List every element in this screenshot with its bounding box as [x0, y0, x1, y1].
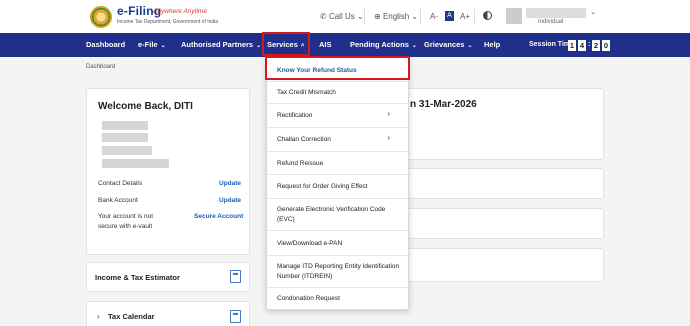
divider — [364, 9, 365, 25]
nav-e-file-label: e-File — [138, 40, 158, 49]
redacted-info — [102, 159, 169, 168]
session-digit: 2 — [592, 40, 600, 51]
language-selector[interactable]: ⊕ English ⌄ — [374, 12, 418, 21]
contact-update-link[interactable]: Update — [219, 180, 241, 187]
font-decrease-button[interactable]: A- — [430, 12, 438, 21]
session-digit: 1 — [568, 40, 576, 51]
chevron-down-icon: ⌄ — [411, 43, 417, 49]
menu-item-label: Rectification — [277, 112, 313, 119]
nav-pending-actions[interactable]: Pending Actions ⌄ — [350, 33, 417, 57]
nav-grievances-label: Grievances — [424, 40, 465, 49]
nav-dashboard[interactable]: Dashboard — [86, 33, 125, 57]
welcome-card: Welcome Back, DITI Contact Details Updat… — [86, 88, 250, 255]
menu-item-refund-reissue[interactable]: Refund Reissue — [267, 152, 408, 175]
chevron-down-icon: ⌄ — [467, 43, 473, 49]
secure-account-link[interactable]: Secure Account — [194, 213, 243, 220]
chevron-down-icon[interactable]: ⌄ — [590, 8, 596, 16]
nav-authorised-partners[interactable]: Authorised Partners ⌄ — [181, 33, 261, 57]
call-us-label: Call Us — [328, 12, 355, 21]
session-colon: : — [588, 39, 591, 48]
menu-item-label: Request for Order Giving Effect — [277, 183, 368, 190]
divider — [420, 9, 421, 25]
nav-e-file[interactable]: e-File ⌄ — [138, 33, 166, 57]
due-date-text: n 31-Mar-2026 — [410, 99, 477, 110]
tax-estimator-card[interactable]: Income & Tax Estimator — [86, 262, 250, 292]
menu-item-tax-credit-mismatch[interactable]: Tax Credit Mismatch — [267, 82, 408, 104]
menu-item-rectification[interactable]: Rectification › — [267, 104, 408, 128]
menu-item-label: Tax Credit Mismatch — [277, 89, 336, 96]
bank-account-label: Bank Account — [98, 197, 138, 204]
account-security-label-1: Your account is not — [98, 213, 154, 220]
tax-estimator-title: Income & Tax Estimator — [95, 273, 180, 282]
session-digit: 4 — [578, 40, 586, 51]
session-digit: 0 — [602, 40, 610, 51]
chevron-right-icon: › — [387, 109, 390, 118]
refund-status-highlight-box — [265, 56, 410, 80]
language-label: English — [382, 12, 410, 21]
menu-item-generate-evc[interactable]: Generate Electronic Verification Code (E… — [267, 199, 408, 231]
tax-calendar-title: Tax Calendar — [108, 312, 155, 321]
font-normal-button[interactable]: A — [445, 11, 454, 21]
main-navbar: Dashboard e-File ⌄ Authorised Partners ⌄ S… — [0, 33, 690, 57]
menu-item-label: Generate Electronic Verification Code — [277, 206, 386, 213]
calculator-icon — [230, 270, 241, 283]
tax-calendar-card[interactable]: › Tax Calendar — [86, 301, 250, 326]
breadcrumb[interactable]: Dashboard — [86, 64, 115, 70]
nav-authorised-partners-label: Authorised Partners — [181, 40, 254, 49]
redacted-info — [102, 133, 148, 142]
logo-subtitle: Income Tax Department, Government of Ind… — [117, 19, 219, 25]
chevron-down-icon: ⌄ — [409, 12, 419, 21]
logo-tagline: Anywhere Anytime — [153, 8, 207, 15]
welcome-title: Welcome Back, DITI — [98, 101, 193, 112]
menu-item-condonation-request[interactable]: Condonation Request — [267, 288, 408, 310]
call-us-button[interactable]: ✆ Call Us ⌄ — [320, 12, 364, 21]
nav-pending-actions-label: Pending Actions — [350, 40, 409, 49]
nav-help[interactable]: Help — [484, 33, 500, 57]
chevron-down-icon: ⌄ — [256, 43, 262, 49]
chevron-right-icon: › — [97, 312, 100, 321]
menu-item-challan-correction[interactable]: Challan Correction › — [267, 128, 408, 152]
contact-details-label: Contact Details — [98, 180, 143, 187]
user-role: Individual — [538, 19, 564, 25]
globe-icon: ⊕ — [374, 12, 383, 21]
menu-item-label: Number (ITDREIN) — [277, 273, 333, 280]
services-highlight-box — [262, 32, 310, 56]
bank-update-link[interactable]: Update — [219, 197, 241, 204]
phone-icon: ✆ — [320, 12, 329, 21]
menu-item-label: Condonation Request — [277, 295, 340, 302]
top-header: e-Filing Anywhere Anytime Income Tax Dep… — [0, 0, 690, 33]
menu-item-label: (EVC) — [277, 216, 295, 223]
account-security-label-2: secure with e-vault — [98, 223, 153, 230]
nav-ais[interactable]: AIS — [319, 33, 332, 57]
menu-item-manage-itdrein[interactable]: Manage ITD Reporting Entity Identificati… — [267, 256, 408, 288]
menu-item-label: Manage ITD Reporting Entity Identificati… — [277, 263, 400, 270]
menu-item-label: View/Download e-PAN — [277, 240, 343, 247]
divider — [474, 9, 475, 25]
chevron-down-icon: ⌄ — [160, 43, 166, 49]
chevron-right-icon: › — [387, 133, 390, 142]
menu-item-view-download-epan[interactable]: View/Download e-PAN — [267, 231, 408, 256]
nav-grievances[interactable]: Grievances ⌄ — [424, 33, 472, 57]
menu-item-label: Challan Correction — [277, 136, 331, 143]
contrast-toggle-icon[interactable] — [483, 11, 492, 20]
redacted-info — [102, 146, 152, 155]
calendar-icon — [230, 310, 241, 323]
redacted-info — [102, 121, 148, 130]
services-dropdown-menu: Know Your Refund Status Tax Credit Misma… — [266, 57, 409, 310]
emblem-logo-icon[interactable] — [90, 6, 112, 28]
redacted-username[interactable] — [526, 8, 586, 18]
chevron-down-icon: ⌄ — [354, 12, 364, 21]
avatar[interactable] — [506, 8, 522, 24]
font-increase-button[interactable]: A+ — [460, 12, 470, 21]
menu-item-label: Refund Reissue — [277, 160, 324, 167]
menu-item-order-giving-effect[interactable]: Request for Order Giving Effect — [267, 175, 408, 199]
